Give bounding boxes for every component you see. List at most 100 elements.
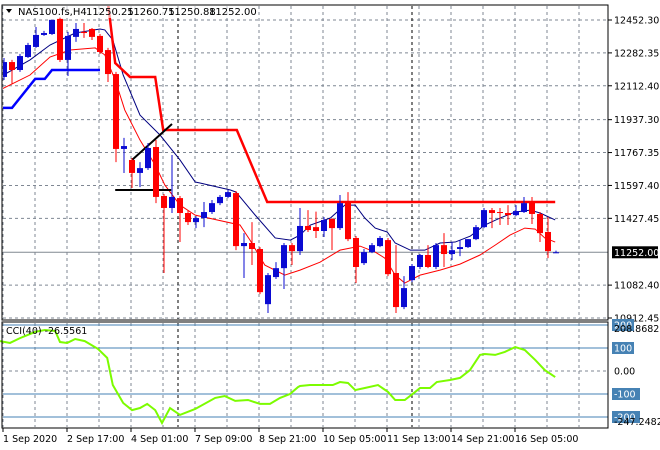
stop-blue-line (3, 68, 100, 110)
candle (457, 240, 463, 257)
candle (201, 201, 207, 228)
candle (513, 205, 519, 217)
candle (521, 196, 527, 214)
candle (57, 16, 63, 63)
ma-slow-line (3, 47, 556, 284)
candle-body (201, 212, 207, 219)
candle (473, 225, 479, 241)
candle (249, 222, 255, 266)
candle-body (505, 213, 511, 216)
candle-body (345, 201, 351, 240)
candle-body (409, 266, 415, 281)
cci-line (0, 329, 556, 426)
candle (441, 233, 447, 267)
candle-body (553, 252, 559, 254)
price-panel-border (1, 4, 609, 321)
candle (129, 158, 135, 189)
candle-body (113, 74, 119, 149)
candle (273, 262, 279, 279)
candle (49, 19, 55, 35)
candle-body (401, 288, 407, 308)
y-tick-label: 11767.35 (614, 148, 659, 159)
candle (265, 272, 271, 314)
x-tick-label: 2 Sep 17:00 (67, 434, 124, 445)
candle-body (33, 34, 39, 47)
candle-body (121, 146, 127, 149)
candle-body (105, 50, 111, 75)
candle-body (337, 203, 343, 229)
candle-body (457, 247, 463, 249)
candle (169, 154, 175, 214)
candle-body (545, 231, 551, 252)
cci-min-label: -247.2482 (614, 417, 660, 428)
candle (433, 242, 439, 270)
candle-body (233, 193, 239, 247)
candle-body (249, 242, 255, 249)
candle-body (81, 31, 87, 34)
current-price-label: 11252.00 (614, 248, 659, 259)
close-value: 11252.00 (209, 7, 257, 18)
chart-header: NAS100.fs,H4 11250.25 11260.75 11250.88 … (3, 6, 257, 18)
candle (281, 242, 287, 290)
candle (321, 217, 327, 237)
cci-panel-border (1, 321, 609, 429)
y-tick-label: 12452.30 (614, 16, 659, 27)
candle-body (257, 248, 263, 293)
y-tick-label: 11937.30 (614, 115, 659, 126)
candle (25, 42, 31, 58)
candle-body (57, 18, 63, 60)
candle-body (17, 56, 23, 70)
candle-body (185, 213, 191, 223)
candle-body (369, 245, 375, 253)
price-panel[interactable] (0, 3, 608, 314)
candle-body (441, 245, 447, 255)
trading-chart[interactable]: 12452.30 12282.35 12112.40 11937.30 11767.35… (0, 0, 660, 450)
candle (225, 189, 231, 199)
candle-body (281, 245, 287, 269)
candle (33, 27, 39, 48)
candle-body (169, 196, 175, 208)
candle (217, 195, 223, 206)
stop-red-line (107, 6, 556, 204)
x-tick-label: 1 Sep 2020 (3, 434, 57, 445)
x-tick-label: 11 Sep 13:00 (387, 434, 450, 445)
candle (537, 212, 543, 243)
candle (409, 264, 415, 283)
candle-body (9, 62, 15, 70)
candle-body (377, 237, 383, 247)
cci-level-label: 0.00 (614, 367, 635, 378)
candle-body (305, 225, 311, 231)
candle (313, 211, 319, 238)
candle-body (489, 210, 495, 214)
candle-body (417, 254, 423, 267)
candle-body (177, 198, 183, 214)
ma-fast-line (3, 28, 556, 251)
candle-body (321, 219, 327, 232)
candle (297, 207, 303, 255)
candle-body (209, 203, 215, 213)
candle-body (465, 239, 471, 248)
candle-body (273, 268, 279, 278)
candle-body (473, 227, 479, 240)
candle (425, 245, 431, 269)
candle-body (313, 227, 319, 232)
candle (89, 27, 95, 40)
candle-body (385, 240, 391, 275)
x-tick-label: 16 Sep 05:00 (515, 434, 578, 445)
candle (329, 218, 335, 251)
candle-body (73, 28, 79, 37)
candle-body (153, 147, 159, 197)
candle-body (49, 19, 55, 34)
candle (161, 194, 167, 273)
cci-panel[interactable] (0, 324, 608, 426)
candle-body (225, 192, 231, 197)
candle-body (289, 245, 295, 252)
candle-body (497, 212, 503, 214)
candle (385, 237, 391, 277)
candle (257, 247, 263, 295)
candle (153, 140, 159, 204)
candle-body (433, 245, 439, 267)
candle-body (361, 252, 367, 264)
x-tick-label: 10 Sep 05:00 (323, 434, 386, 445)
candle (137, 162, 143, 188)
